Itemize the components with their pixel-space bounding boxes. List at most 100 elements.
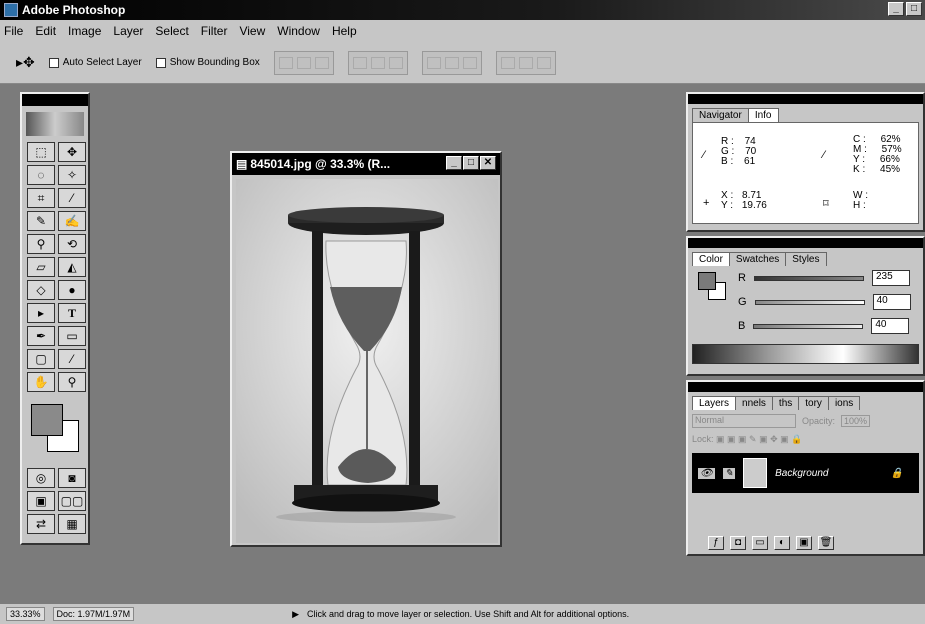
blur-tool-icon[interactable]: ◇ bbox=[27, 280, 55, 300]
toolbox-titlebar[interactable] bbox=[22, 94, 88, 106]
doc-close-button[interactable]: ✕ bbox=[480, 156, 496, 170]
slice-tool-icon[interactable]: ⁄ bbox=[58, 188, 86, 208]
eyedropper-tool-icon[interactable]: ⁄ bbox=[58, 349, 86, 369]
menu-view[interactable]: View bbox=[239, 24, 265, 38]
b-input[interactable]: 40 bbox=[871, 318, 910, 334]
notes-tool-icon[interactable]: ▢ bbox=[27, 349, 55, 369]
tab-swatches[interactable]: Swatches bbox=[728, 252, 787, 266]
adobe-online-logo[interactable] bbox=[26, 112, 84, 136]
healing-brush-tool-icon[interactable]: ✎ bbox=[27, 211, 55, 231]
y-coord-value: 19.76 bbox=[741, 200, 767, 211]
r-slider[interactable] bbox=[753, 275, 864, 281]
maximize-button[interactable]: □ bbox=[906, 2, 922, 16]
standard-mode-icon[interactable]: ◎ bbox=[27, 468, 55, 488]
jump-to-imageready-2-icon[interactable]: ▦ bbox=[58, 514, 86, 534]
lock-icons[interactable]: ▣ ▣ ▣ ✎ ▣ ✥ ▣ 🔒 bbox=[716, 434, 802, 444]
screen-mode-full-icon[interactable]: ▢▢ bbox=[58, 491, 86, 511]
menu-help[interactable]: Help bbox=[332, 24, 357, 38]
align-buttons-group-2[interactable] bbox=[347, 50, 408, 75]
menu-edit[interactable]: Edit bbox=[35, 24, 56, 38]
layer-lock-icon: 🔒 bbox=[890, 467, 903, 479]
dodge-tool-icon[interactable]: ● bbox=[58, 280, 86, 300]
r-input[interactable]: 235 bbox=[871, 270, 910, 286]
distribute-buttons-group-1[interactable] bbox=[421, 50, 482, 75]
color-ramp[interactable] bbox=[692, 344, 919, 364]
opacity-input[interactable]: 100% bbox=[841, 415, 871, 427]
hourglass-image bbox=[236, 179, 498, 543]
layer-set-button[interactable]: ▭ bbox=[752, 536, 768, 550]
new-layer-button[interactable]: ▣ bbox=[796, 536, 812, 550]
quick-mask-mode-icon[interactable]: ◙ bbox=[58, 468, 86, 488]
move-tool-icon[interactable]: ▸✥ bbox=[16, 54, 35, 71]
doc-size-field[interactable]: Doc: 1.97M/1.97M bbox=[52, 607, 135, 621]
layer-style-button[interactable]: ƒ bbox=[708, 536, 724, 550]
show-bbox-checkbox[interactable]: Show Bounding Box bbox=[155, 57, 260, 68]
wh-readout: W : H : bbox=[853, 191, 868, 211]
image-canvas[interactable] bbox=[236, 179, 498, 543]
lasso-tool-icon[interactable]: ◌ bbox=[27, 165, 55, 185]
doc-minimize-button[interactable]: _ bbox=[446, 156, 462, 170]
pen-tool-icon[interactable]: ✒ bbox=[27, 326, 55, 346]
crosshair-icon: + bbox=[703, 197, 710, 209]
blend-mode-select[interactable]: Normal bbox=[692, 414, 796, 428]
g-input[interactable]: 40 bbox=[872, 294, 911, 310]
type-tool-icon[interactable]: T bbox=[58, 303, 86, 323]
crop-tool-icon[interactable]: ⌗ bbox=[27, 188, 55, 208]
tab-channels[interactable]: nnels bbox=[735, 396, 773, 410]
opacity-label: Opacity: bbox=[802, 416, 836, 426]
paint-bucket-tool-icon[interactable]: ◭ bbox=[58, 257, 86, 277]
tab-layers[interactable]: Layers bbox=[692, 396, 737, 410]
delete-layer-button[interactable]: 🗑 bbox=[818, 536, 834, 550]
layer-mask-button[interactable]: ◘ bbox=[730, 536, 746, 550]
tab-actions[interactable]: ions bbox=[827, 396, 861, 410]
jump-to-imageready-icon[interactable]: ⇄ bbox=[27, 514, 55, 534]
minimize-button[interactable]: _ bbox=[888, 2, 904, 16]
tab-navigator[interactable]: Navigator bbox=[692, 108, 749, 122]
g-slider[interactable] bbox=[754, 299, 865, 305]
tab-info[interactable]: Info bbox=[747, 108, 779, 122]
status-arrow-icon[interactable]: ▶ bbox=[292, 609, 299, 620]
rectangle-tool-icon[interactable]: ▭ bbox=[58, 326, 86, 346]
eraser-tool-icon[interactable]: ▱ bbox=[27, 257, 55, 277]
menu-image[interactable]: Image bbox=[68, 24, 101, 38]
menu-layer[interactable]: Layer bbox=[113, 24, 143, 38]
layers-panel-header[interactable] bbox=[688, 382, 923, 392]
menu-file[interactable]: File bbox=[4, 24, 23, 38]
clone-stamp-tool-icon[interactable]: ⚲ bbox=[27, 234, 55, 254]
zoom-field[interactable]: 33.33% bbox=[6, 607, 45, 621]
screen-mode-standard-icon[interactable]: ▣ bbox=[27, 491, 55, 511]
move-tool-icon[interactable]: ✥ bbox=[58, 142, 86, 162]
distribute-buttons-group-2[interactable] bbox=[495, 50, 556, 75]
color-panel-header[interactable] bbox=[688, 238, 923, 248]
selection-size-icon: ⌑ bbox=[823, 198, 829, 210]
brush-link-icon[interactable]: ✎ bbox=[722, 467, 736, 479]
doc-maximize-button[interactable]: □ bbox=[463, 156, 479, 170]
eye-visibility-icon[interactable]: 👁 bbox=[698, 467, 715, 479]
marquee-tool-icon[interactable]: ⬚ bbox=[27, 142, 55, 162]
tab-paths[interactable]: ths bbox=[771, 396, 800, 410]
path-selection-tool-icon[interactable]: ▸ bbox=[27, 303, 55, 323]
magic-wand-tool-icon[interactable]: ✧ bbox=[58, 165, 86, 185]
info-panel: Navigator Info ⁄ R : 74 G : 70 B : 61 ⁄ … bbox=[686, 92, 925, 232]
color-fg-swatch[interactable] bbox=[698, 272, 716, 290]
tab-color[interactable]: Color bbox=[692, 252, 730, 266]
adjustment-layer-button[interactable]: ◐ bbox=[774, 536, 790, 550]
b-slider[interactable] bbox=[753, 323, 864, 329]
zoom-tool-icon[interactable]: ⚲ bbox=[58, 372, 86, 392]
menu-window[interactable]: Window bbox=[277, 24, 320, 38]
foreground-color-swatch[interactable] bbox=[31, 404, 63, 436]
info-panel-header[interactable] bbox=[688, 94, 923, 104]
brush-tool-icon[interactable]: ✍ bbox=[58, 211, 86, 231]
hand-tool-icon[interactable]: ✋ bbox=[27, 372, 55, 392]
auto-select-checkbox[interactable]: Auto Select Layer bbox=[48, 57, 142, 68]
history-brush-tool-icon[interactable]: ⟲ bbox=[58, 234, 86, 254]
document-titlebar[interactable]: ▤ 845014.jpg @ 33.3% (R... _ □ ✕ bbox=[232, 153, 500, 175]
align-buttons-group-1[interactable] bbox=[273, 50, 334, 75]
menu-select[interactable]: Select bbox=[155, 24, 188, 38]
tab-styles[interactable]: Styles bbox=[785, 252, 827, 266]
menu-filter[interactable]: Filter bbox=[201, 24, 228, 38]
document-window: ▤ 845014.jpg @ 33.3% (R... _ □ ✕ bbox=[230, 151, 502, 547]
info-content: ⁄ R : 74 G : 70 B : 61 ⁄ C : 62% M : 57%… bbox=[692, 122, 919, 224]
layer-row-background[interactable]: 👁 ✎ Background 🔒 bbox=[692, 453, 919, 493]
tab-history[interactable]: tory bbox=[798, 396, 829, 410]
